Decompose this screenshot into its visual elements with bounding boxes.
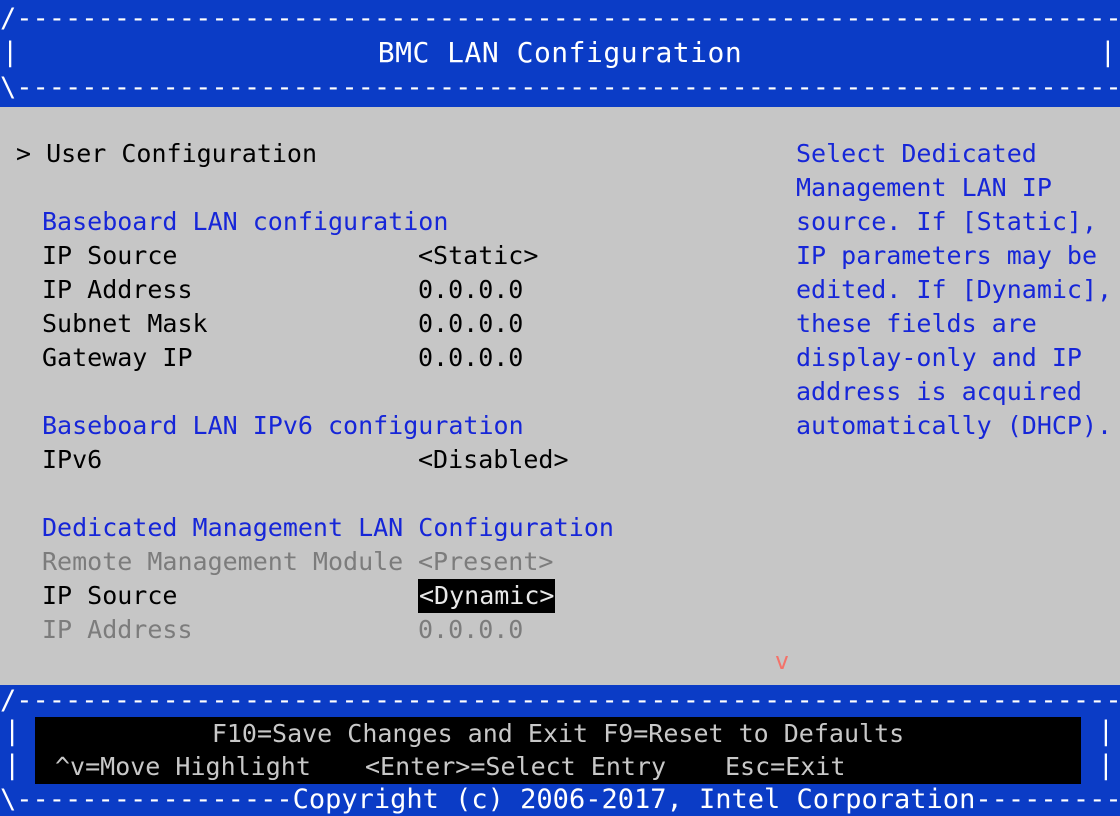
group-heading-label: Baseboard LAN configuration: [42, 207, 449, 236]
help-pane: Select Dedicated Management LAN IP source.…: [796, 137, 1112, 443]
form-row[interactable]: Subnet Mask 0.0.0.0: [0, 307, 780, 341]
help-line: Select Dedicated: [796, 139, 1037, 168]
key-exit[interactable]: Esc=Exit: [725, 750, 845, 784]
group-heading-1: Baseboard LAN IPv6 configuration: [0, 409, 780, 443]
scroll-down-indicator[interactable]: v: [768, 646, 796, 676]
page-title: BMC LAN Configuration: [377, 36, 743, 69]
key-select-entry[interactable]: <Enter>=Select Entry: [365, 750, 666, 784]
form-pane: > User Configuration Baseboard LAN config…: [0, 107, 780, 685]
footer-top-border: /---------------------------------------…: [0, 685, 1120, 716]
form-row-value[interactable]: 0.0.0.0: [418, 273, 523, 307]
form-row-label: IP Source: [42, 241, 178, 270]
bios-setup-screen: /---------------------------------------…: [0, 0, 1120, 816]
footer-border-left-1: |: [4, 716, 21, 747]
group-heading-2: Dedicated Management LAN Configuration: [0, 511, 780, 545]
form-row-value-selected[interactable]: <Dynamic>: [418, 579, 556, 613]
help-line: automatically (DHCP).: [796, 411, 1113, 440]
form-row-value[interactable]: <Disabled>: [418, 443, 569, 477]
footer-border-left-2: |: [4, 750, 21, 781]
form-row-label: Subnet Mask: [42, 309, 208, 338]
help-line: these fields are: [796, 309, 1037, 338]
footer-key-help-box: F10=Save Changes and Exit F9=Reset to De…: [35, 717, 1081, 784]
form-row-value[interactable]: 0.0.0.0: [418, 307, 523, 341]
form-row-label: IPv6: [42, 445, 103, 474]
form-row[interactable]: Gateway IP 0.0.0.0: [0, 341, 780, 375]
submenu-label: > User Configuration: [16, 139, 318, 168]
header-top-border: /---------------------------------------…: [0, 3, 1120, 34]
footer-panel: /---------------------------------------…: [0, 685, 1120, 816]
form-row-value: 0.0.0.0: [418, 615, 524, 644]
footer-nav-keys: ^v=Move Highlight <Enter>=Select Entry E…: [35, 750, 1081, 784]
group-heading-0: Baseboard LAN configuration: [0, 205, 780, 239]
help-line: source. If [Static],: [796, 207, 1098, 236]
header-bottom-border: \---------------------------------------…: [0, 72, 1120, 103]
help-line: edited. If [Dynamic],: [796, 275, 1113, 304]
body-region: > User Configuration Baseboard LAN config…: [0, 107, 1120, 685]
help-line: address is acquired: [796, 377, 1082, 406]
group-heading-label: Dedicated Management LAN Configuration: [42, 513, 614, 542]
footer-border-right-1: |: [1097, 716, 1114, 747]
form-row[interactable]: IP Source <Static>: [0, 239, 780, 273]
form-row[interactable]: IPv6 <Disabled>: [0, 443, 780, 477]
form-row[interactable]: IP Source <Dynamic>: [0, 579, 780, 613]
form-row-label: IP Address: [42, 275, 193, 304]
help-line: display-only and IP: [796, 343, 1082, 372]
form-row-label: IP Source: [42, 581, 178, 610]
form-row: Remote Management Module <Present>: [0, 545, 780, 579]
footer-border-right-2: |: [1097, 750, 1114, 781]
header-panel: /---------------------------------------…: [0, 0, 1120, 107]
form-row-value: <Present>: [418, 547, 554, 576]
form-row[interactable]: IP Address 0.0.0.0: [0, 273, 780, 307]
group-heading-label: Baseboard LAN IPv6 configuration: [42, 411, 524, 440]
help-line: IP parameters may be: [796, 241, 1098, 270]
footer-save-reset-keys[interactable]: F10=Save Changes and Exit F9=Reset to De…: [35, 717, 1081, 751]
form-row: IP Address 0.0.0.0: [0, 613, 780, 647]
form-row-value[interactable]: <Static>: [418, 239, 538, 273]
form-row-label: Remote Management Module: [42, 547, 404, 576]
key-move-highlight[interactable]: ^v=Move Highlight: [55, 750, 311, 784]
form-row-value[interactable]: 0.0.0.0: [418, 341, 523, 375]
form-row-label: Gateway IP: [42, 343, 193, 372]
help-line: Management LAN IP: [796, 173, 1052, 202]
menu-item-user-configuration[interactable]: > User Configuration: [0, 137, 780, 171]
footer-copyright-border: \-----------------Copyright (c) 2006-201…: [0, 784, 1120, 815]
form-row-label: IP Address: [42, 615, 193, 644]
